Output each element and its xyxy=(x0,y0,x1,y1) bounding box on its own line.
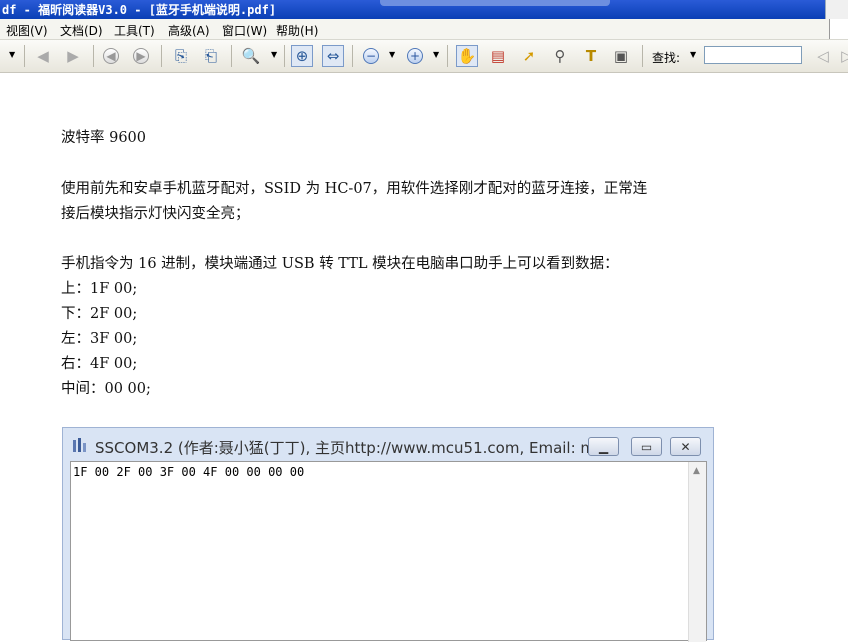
rotate-right-icon[interactable]: ⎗ xyxy=(200,45,222,67)
find-binoculars-icon[interactable]: ⚲ xyxy=(549,45,571,67)
scroll-up-arrow-icon: ▲ xyxy=(693,466,700,476)
doc-line-left: 左：3F 00; xyxy=(61,331,138,347)
find-label: 查找: xyxy=(652,51,681,65)
embedded-minimize-icon: ▁ xyxy=(588,437,619,456)
first-page-icon[interactable]: ◀ xyxy=(32,45,54,67)
select-arrow-icon[interactable]: ➚ xyxy=(518,45,540,67)
embedded-receive-area: 1F 00 2F 00 3F 00 4F 00 00 00 00 ▲ xyxy=(70,461,707,642)
doc-line-up: 上：1F 00; xyxy=(61,281,138,297)
toolbar-separator xyxy=(24,45,25,67)
snapshot-camera-icon[interactable]: ▣ xyxy=(610,45,632,67)
embedded-close-icon: ✕ xyxy=(670,437,701,456)
rotate-left-icon[interactable]: ⎘ xyxy=(170,45,192,67)
toolbar-separator xyxy=(352,45,353,67)
toolbar-separator xyxy=(93,45,94,67)
hand-tool-icon[interactable]: ✋ xyxy=(456,45,478,67)
toolbar-separator xyxy=(284,45,285,67)
embedded-received-data: 1F 00 2F 00 3F 00 4F 00 00 00 00 xyxy=(73,465,305,479)
menu-document[interactable]: 文档(D) xyxy=(60,22,103,39)
doc-line-pairing: 使用前先和安卓手机蓝牙配对，SSID 为 HC-07，用软件选择刚才配对的蓝牙连… xyxy=(61,181,648,197)
find-input[interactable] xyxy=(704,46,802,64)
zoom-out-icon[interactable]: − xyxy=(360,45,382,67)
title-bar-decoration xyxy=(380,0,610,6)
embedded-window-title: SSCOM3.2 (作者:聂小猛(丁丁), 主页http://www.mcu51… xyxy=(95,439,618,457)
menu-close-button[interactable] xyxy=(829,19,848,39)
last-page-icon[interactable]: ▶ xyxy=(62,45,84,67)
toolbar-separator xyxy=(231,45,232,67)
embedded-sscom-window: SSCOM3.2 (作者:聂小猛(丁丁), 主页http://www.mcu51… xyxy=(62,427,714,642)
dropdown-arrow-icon[interactable]: ▼ xyxy=(9,50,15,59)
fit-page-icon[interactable]: ⊕ xyxy=(291,45,313,67)
embedded-maximize-icon: ▭ xyxy=(631,437,662,456)
doc-line-command-format: 手机指令为 16 进制，模块端通过 USB 转 TTL 模块在电脑串口助手上可以… xyxy=(61,256,619,272)
menu-help[interactable]: 帮助(H) xyxy=(276,22,318,39)
doc-line-baud: 波特率 9600 xyxy=(61,130,147,146)
fit-width-icon[interactable]: ⇔ xyxy=(322,45,344,67)
toolbar-separator xyxy=(447,45,448,67)
doc-line-indicator: 接后模块指示灯快闪变全亮； xyxy=(61,206,250,222)
window-control-button[interactable] xyxy=(825,0,848,19)
toolbar-separator xyxy=(642,45,643,67)
menu-advanced[interactable]: 高级(A) xyxy=(168,22,210,39)
menu-window[interactable]: 窗口(W) xyxy=(222,22,267,39)
next-view-icon[interactable]: ▶ xyxy=(130,45,152,67)
find-next-icon[interactable]: ▷ xyxy=(836,45,848,67)
zoom-dropdown-arrow-icon[interactable]: ▼ xyxy=(271,50,277,59)
find-previous-icon[interactable]: ◁ xyxy=(812,45,834,67)
doc-line-center: 中间：00 00; xyxy=(61,381,151,397)
toolbar-separator xyxy=(161,45,162,67)
embedded-scrollbar: ▲ xyxy=(688,462,706,642)
zoom-in-dropdown-arrow-icon[interactable]: ▼ xyxy=(433,50,439,59)
typewriter-tool-icon[interactable]: T xyxy=(580,45,602,67)
previous-view-icon[interactable]: ◀ xyxy=(100,45,122,67)
menu-bar: 视图(V) 文档(D) 工具(T) 高级(A) 窗口(W) 帮助(H) xyxy=(0,19,848,40)
zoom-in-tool-icon[interactable]: 🔍 xyxy=(240,45,262,67)
find-dropdown-arrow-icon[interactable]: ▼ xyxy=(690,50,696,59)
zoom-out-dropdown-arrow-icon[interactable]: ▼ xyxy=(389,50,395,59)
zoom-in-icon[interactable]: + xyxy=(404,45,426,67)
sscom-app-icon xyxy=(73,438,86,452)
title-bar: df - 福昕阅读器V3.0 - [蓝牙手机端说明.pdf] xyxy=(0,0,848,19)
window-title: df - 福昕阅读器V3.0 - [蓝牙手机端说明.pdf] xyxy=(2,3,277,17)
text-select-tool-icon[interactable]: ▤ xyxy=(487,45,509,67)
menu-view[interactable]: 视图(V) xyxy=(6,22,48,39)
doc-line-down: 下：2F 00; xyxy=(61,306,138,322)
doc-line-right: 右：4F 00; xyxy=(61,356,138,372)
menu-tools[interactable]: 工具(T) xyxy=(114,22,155,39)
